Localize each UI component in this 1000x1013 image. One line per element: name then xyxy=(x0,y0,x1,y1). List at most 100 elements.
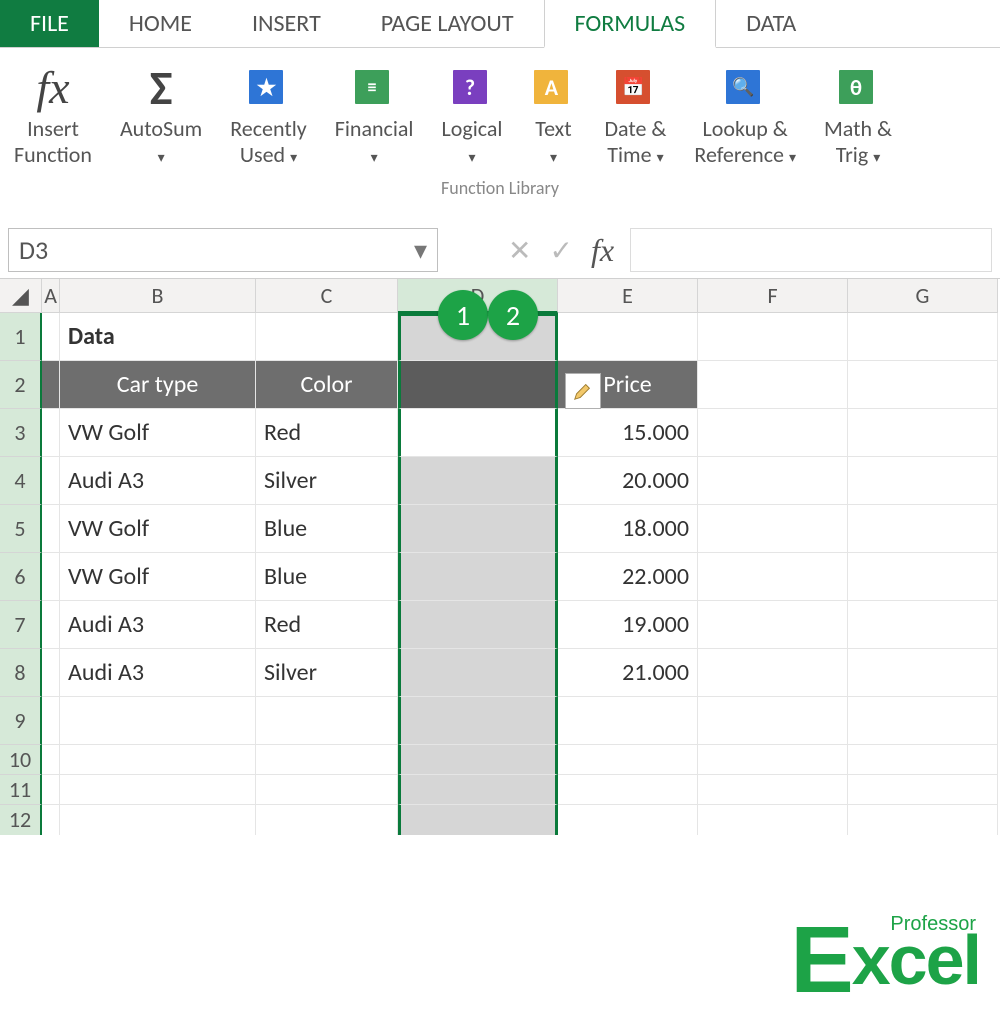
col-header-F[interactable]: F xyxy=(698,279,848,313)
cell-G12[interactable] xyxy=(848,805,998,835)
cell-B9[interactable] xyxy=(60,697,256,745)
cell-E4[interactable]: 20.000 xyxy=(558,457,698,505)
row-header-5[interactable]: 5 xyxy=(0,505,42,553)
cell-F4[interactable] xyxy=(698,457,848,505)
cell-B6[interactable]: VW Golf xyxy=(60,553,256,601)
cell-G8[interactable] xyxy=(848,649,998,697)
tab-insert[interactable]: INSERT xyxy=(222,0,351,47)
cell-G1[interactable] xyxy=(848,313,998,361)
cell-E9[interactable] xyxy=(558,697,698,745)
cell-C12[interactable] xyxy=(256,805,398,835)
tab-home[interactable]: HOME xyxy=(99,0,222,47)
cell-E8[interactable]: 21.000 xyxy=(558,649,698,697)
row-header-11[interactable]: 11 xyxy=(0,775,42,805)
cell-G7[interactable] xyxy=(848,601,998,649)
cell-G11[interactable] xyxy=(848,775,998,805)
cell-E3[interactable]: 15.000 xyxy=(558,409,698,457)
math-trig-button[interactable]: θ Math & Trig ▾ xyxy=(810,54,906,175)
row-header-4[interactable]: 4 xyxy=(0,457,42,505)
cell-A11[interactable] xyxy=(42,775,60,805)
cell-C5[interactable]: Blue xyxy=(256,505,398,553)
cell-F10[interactable] xyxy=(698,745,848,775)
tab-formulas[interactable]: FORMULAS xyxy=(544,0,717,48)
cell-G4[interactable] xyxy=(848,457,998,505)
cell-A10[interactable] xyxy=(42,745,60,775)
cell-B5[interactable]: VW Golf xyxy=(60,505,256,553)
row-header-9[interactable]: 9 xyxy=(0,697,42,745)
formula-input[interactable] xyxy=(630,228,992,272)
fx-label-icon[interactable]: fx xyxy=(591,232,614,269)
cell-B12[interactable] xyxy=(60,805,256,835)
cell-D8[interactable] xyxy=(398,649,558,697)
text-button[interactable]: A Text▾ xyxy=(516,54,590,175)
row-header-2[interactable]: 2 xyxy=(0,361,42,409)
col-header-G[interactable]: G xyxy=(848,279,998,313)
cell-E1[interactable] xyxy=(558,313,698,361)
cancel-formula-icon[interactable]: ✕ xyxy=(508,233,531,268)
cell-F7[interactable] xyxy=(698,601,848,649)
row-header-7[interactable]: 7 xyxy=(0,601,42,649)
cell-F6[interactable] xyxy=(698,553,848,601)
tab-page-layout[interactable]: PAGE LAYOUT xyxy=(351,0,544,47)
cell-F11[interactable] xyxy=(698,775,848,805)
recently-used-button[interactable]: ★ Recently Used ▾ xyxy=(216,54,320,175)
cell-F8[interactable] xyxy=(698,649,848,697)
cell-B11[interactable] xyxy=(60,775,256,805)
cell-B8[interactable]: Audi A3 xyxy=(60,649,256,697)
financial-button[interactable]: ≡ Financial▾ xyxy=(321,54,428,175)
row-header-3[interactable]: 3 xyxy=(0,409,42,457)
logical-button[interactable]: ? Logical▾ xyxy=(428,54,517,175)
accept-formula-icon[interactable]: ✓ xyxy=(549,233,572,268)
cell-E7[interactable]: 19.000 xyxy=(558,601,698,649)
cell-D4[interactable] xyxy=(398,457,558,505)
cell-B1[interactable]: Data xyxy=(60,313,256,361)
cell-A9[interactable] xyxy=(42,697,60,745)
cell-B7[interactable]: Audi A3 xyxy=(60,601,256,649)
row-header-12[interactable]: 12 xyxy=(0,805,42,835)
cell-G6[interactable] xyxy=(848,553,998,601)
cell-D6[interactable] xyxy=(398,553,558,601)
cell-D11[interactable] xyxy=(398,775,558,805)
cell-F1[interactable] xyxy=(698,313,848,361)
row-header-8[interactable]: 8 xyxy=(0,649,42,697)
cell-E10[interactable] xyxy=(558,745,698,775)
col-header-A[interactable]: A xyxy=(42,279,60,313)
cell-E5[interactable]: 18.000 xyxy=(558,505,698,553)
cell-F9[interactable] xyxy=(698,697,848,745)
autosum-button[interactable]: Σ AutoSum▾ xyxy=(106,54,216,175)
cell-B2[interactable]: Car type xyxy=(60,361,256,409)
col-header-C[interactable]: C xyxy=(256,279,398,313)
cell-C1[interactable] xyxy=(256,313,398,361)
cell-D2[interactable] xyxy=(398,361,558,409)
cell-G10[interactable] xyxy=(848,745,998,775)
cell-C2[interactable]: Color xyxy=(256,361,398,409)
cell-G3[interactable] xyxy=(848,409,998,457)
cell-A4[interactable] xyxy=(42,457,60,505)
cell-D10[interactable] xyxy=(398,745,558,775)
name-box[interactable]: D3▾ xyxy=(8,228,438,272)
cell-C9[interactable] xyxy=(256,697,398,745)
paste-options-icon[interactable] xyxy=(565,373,601,409)
cell-D5[interactable] xyxy=(398,505,558,553)
cell-E12[interactable] xyxy=(558,805,698,835)
cell-D3-active[interactable] xyxy=(398,409,558,457)
cell-E11[interactable] xyxy=(558,775,698,805)
cell-C10[interactable] xyxy=(256,745,398,775)
lookup-reference-button[interactable]: 🔍 Lookup & Reference ▾ xyxy=(680,54,810,175)
col-header-B[interactable]: B xyxy=(60,279,256,313)
cell-A5[interactable] xyxy=(42,505,60,553)
cell-A12[interactable] xyxy=(42,805,60,835)
cell-A7[interactable] xyxy=(42,601,60,649)
row-header-10[interactable]: 10 xyxy=(0,745,42,775)
cell-F2[interactable] xyxy=(698,361,848,409)
cell-C4[interactable]: Silver xyxy=(256,457,398,505)
cell-B3[interactable]: VW Golf xyxy=(60,409,256,457)
cell-C3[interactable]: Red xyxy=(256,409,398,457)
date-time-button[interactable]: 📅 Date & Time ▾ xyxy=(590,54,680,175)
cell-F12[interactable] xyxy=(698,805,848,835)
tab-file[interactable]: FILE xyxy=(0,0,99,47)
cell-C8[interactable]: Silver xyxy=(256,649,398,697)
cell-D12[interactable] xyxy=(398,805,558,835)
select-all-corner[interactable]: ◢ xyxy=(0,279,42,313)
col-header-E[interactable]: E xyxy=(558,279,698,313)
